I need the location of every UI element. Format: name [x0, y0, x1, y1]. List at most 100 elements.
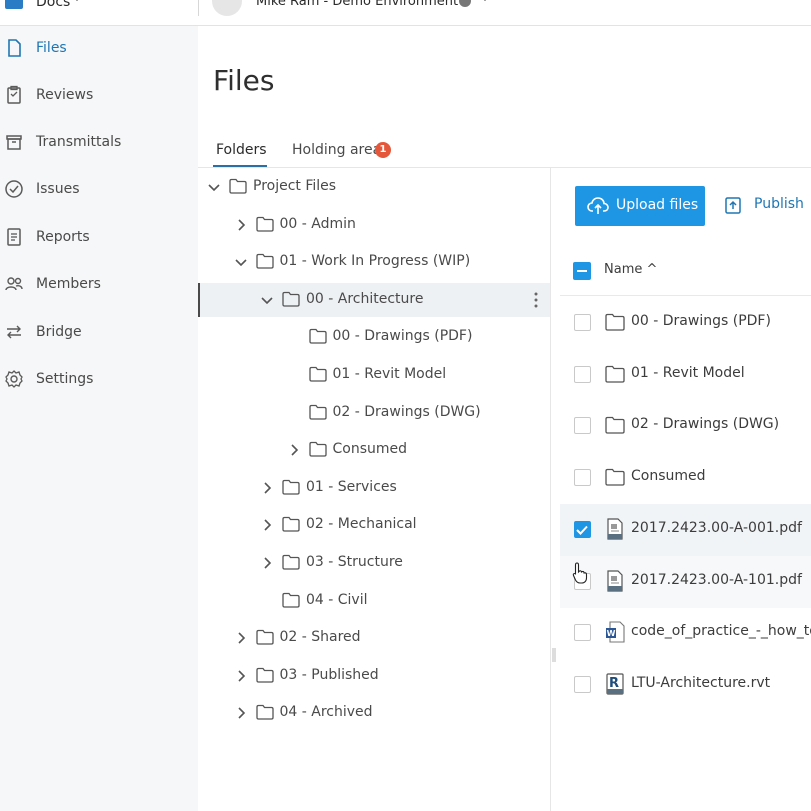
- table-row[interactable]: 2017.2423.00-A-001.pdf: [560, 503, 811, 556]
- chevron-right-icon[interactable]: [235, 707, 247, 719]
- sidebar-item-label: Reviews: [36, 87, 94, 103]
- sidebar-item-settings[interactable]: Settings: [0, 359, 198, 399]
- upload-files-button[interactable]: Upload files: [575, 186, 705, 226]
- chevron-right-icon[interactable]: [288, 444, 300, 456]
- row-checkbox[interactable]: [574, 314, 591, 331]
- table-row[interactable]: 01 - Revit Model: [560, 349, 811, 401]
- row-checkbox[interactable]: [574, 624, 591, 642]
- file-name[interactable]: 02 - Drawings (DWG): [631, 416, 779, 432]
- tree-item-label: 03 - Structure: [306, 554, 403, 570]
- word-file-icon: W: [606, 621, 625, 643]
- chevron-right-icon[interactable]: [261, 557, 273, 569]
- sidebar-item-label: Issues: [36, 181, 80, 197]
- tree-item[interactable]: 03 - Published: [198, 659, 550, 693]
- tree-item[interactable]: 02 - Mechanical: [198, 508, 550, 542]
- tree-item[interactable]: 01 - Work In Progress (WIP): [198, 245, 550, 279]
- docs-app-icon[interactable]: [4, 0, 24, 10]
- publish-icon: [725, 197, 741, 214]
- sidebar-item-label: Bridge: [36, 324, 82, 340]
- chevron-right-icon[interactable]: [235, 219, 247, 231]
- sidebar-item-label: Settings: [36, 371, 94, 387]
- row-checkbox[interactable]: [574, 417, 591, 435]
- hand-cursor-icon: [572, 562, 588, 584]
- publish-label: Publish: [754, 196, 804, 212]
- folder-tree: Project Files 00 - Admin 01 - Work In Prog…: [198, 168, 550, 811]
- tree-item[interactable]: Consumed: [198, 433, 550, 467]
- file-name[interactable]: 00 - Drawings (PDF): [631, 313, 771, 329]
- chevron-right-icon[interactable]: [261, 519, 273, 531]
- tree-item-label: 01 - Revit Model: [332, 366, 447, 382]
- folder-icon: [282, 517, 300, 533]
- tab-folders[interactable]: Folders: [216, 142, 267, 158]
- chevron-right-icon[interactable]: [261, 482, 273, 494]
- folder-icon: [605, 365, 625, 383]
- chevron-down-icon[interactable]: [234, 256, 247, 268]
- table-row[interactable]: Consumed: [560, 452, 811, 504]
- tree-item[interactable]: 04 - Archived: [198, 696, 550, 730]
- tree-item-label: 04 - Archived: [279, 704, 373, 721]
- table-row[interactable]: Wcode_of_practice_-_how_to_: [560, 607, 811, 659]
- table-row[interactable]: 00 - Drawings (PDF): [560, 297, 811, 349]
- sidebar-item-bridge[interactable]: Bridge: [0, 312, 198, 352]
- file-name[interactable]: LTU-Architecture.rvt: [631, 675, 770, 691]
- sidebar-item-label: Transmittals: [36, 134, 122, 150]
- sidebar-item-issues[interactable]: Issues: [0, 169, 198, 209]
- panel-divider[interactable]: [550, 168, 551, 811]
- row-checkbox[interactable]: [574, 469, 591, 487]
- chevron-down-icon[interactable]: [261, 294, 273, 306]
- chevron-right-icon[interactable]: [235, 632, 247, 644]
- table-row[interactable]: R LTU-Architecture.rvt: [560, 659, 811, 711]
- folder-icon: [308, 404, 327, 420]
- file-name[interactable]: 2017.2423.00-A-001.pdf: [631, 520, 802, 536]
- members-icon: [5, 277, 23, 291]
- tree-item-label: Consumed: [332, 441, 408, 458]
- divider: [560, 295, 811, 296]
- tab-holding-area[interactable]: Holding area: [292, 142, 381, 158]
- chevron-down-icon[interactable]: [208, 181, 220, 193]
- row-checkbox[interactable]: [574, 675, 591, 693]
- file-name[interactable]: 2017.2423.00-A-101.pdf: [631, 572, 802, 588]
- file-name[interactable]: code_of_practice_-_how_to_: [631, 623, 811, 639]
- tree-item[interactable]: 00 - Admin: [198, 208, 550, 242]
- tree-item[interactable]: 01 - Services: [198, 471, 550, 505]
- folder-icon: [308, 329, 327, 345]
- sidebar-item-reviews[interactable]: Reviews: [0, 75, 198, 115]
- sidebar: Files Reviews Transmittals Issues Report…: [0, 26, 198, 811]
- sidebar-item-transmittals[interactable]: Transmittals: [0, 122, 198, 162]
- file-name[interactable]: 01 - Revit Model: [631, 365, 745, 381]
- pdf-file-icon: [607, 518, 623, 540]
- sidebar-item-reports[interactable]: Reports: [0, 217, 198, 257]
- resize-handle-icon[interactable]: [552, 648, 556, 662]
- tree-item[interactable]: Project Files: [198, 170, 550, 204]
- publish-button[interactable]: Publish: [724, 192, 811, 220]
- globe-icon: [459, 0, 471, 7]
- sidebar-item-files[interactable]: Files: [0, 28, 198, 68]
- tree-item[interactable]: 02 - Shared: [198, 621, 550, 655]
- tree-item-label: 02 - Drawings (DWG): [332, 403, 481, 420]
- table-row[interactable]: 2017.2423.00-A-101.pdf: [560, 555, 811, 608]
- sidebar-item-members[interactable]: Members: [0, 264, 198, 304]
- environment-name[interactable]: Mike Ram - Demo Environment: [256, 0, 458, 9]
- chevron-down-icon[interactable]: [72, 0, 82, 3]
- tree-item[interactable]: 04 - Civil: [198, 584, 550, 618]
- avatar[interactable]: [212, 0, 242, 16]
- chevron-down-icon[interactable]: [480, 0, 490, 3]
- tree-item[interactable]: 01 - Revit Model: [198, 358, 550, 392]
- tree-item[interactable]: 02 - Drawings (DWG): [198, 396, 550, 430]
- more-options-icon[interactable]: [534, 291, 538, 309]
- name-column-header[interactable]: Name ^: [604, 262, 657, 277]
- select-all-checkbox[interactable]: [573, 262, 591, 280]
- app-name[interactable]: Docs: [36, 0, 70, 10]
- tree-item[interactable]: 03 - Structure: [198, 546, 550, 580]
- row-checkbox[interactable]: [574, 365, 591, 383]
- tree-item[interactable]: 00 - Architecture: [198, 282, 550, 317]
- revit-file-icon: R: [606, 673, 624, 695]
- folder-icon: [255, 254, 274, 269]
- file-name[interactable]: Consumed: [631, 468, 706, 484]
- folder-icon: [255, 630, 274, 645]
- pdf-file-icon: [607, 569, 623, 592]
- chevron-right-icon[interactable]: [235, 670, 247, 682]
- tree-item[interactable]: 00 - Drawings (PDF): [198, 320, 550, 354]
- table-row[interactable]: 02 - Drawings (DWG): [560, 400, 811, 452]
- row-checkbox[interactable]: [574, 520, 591, 538]
